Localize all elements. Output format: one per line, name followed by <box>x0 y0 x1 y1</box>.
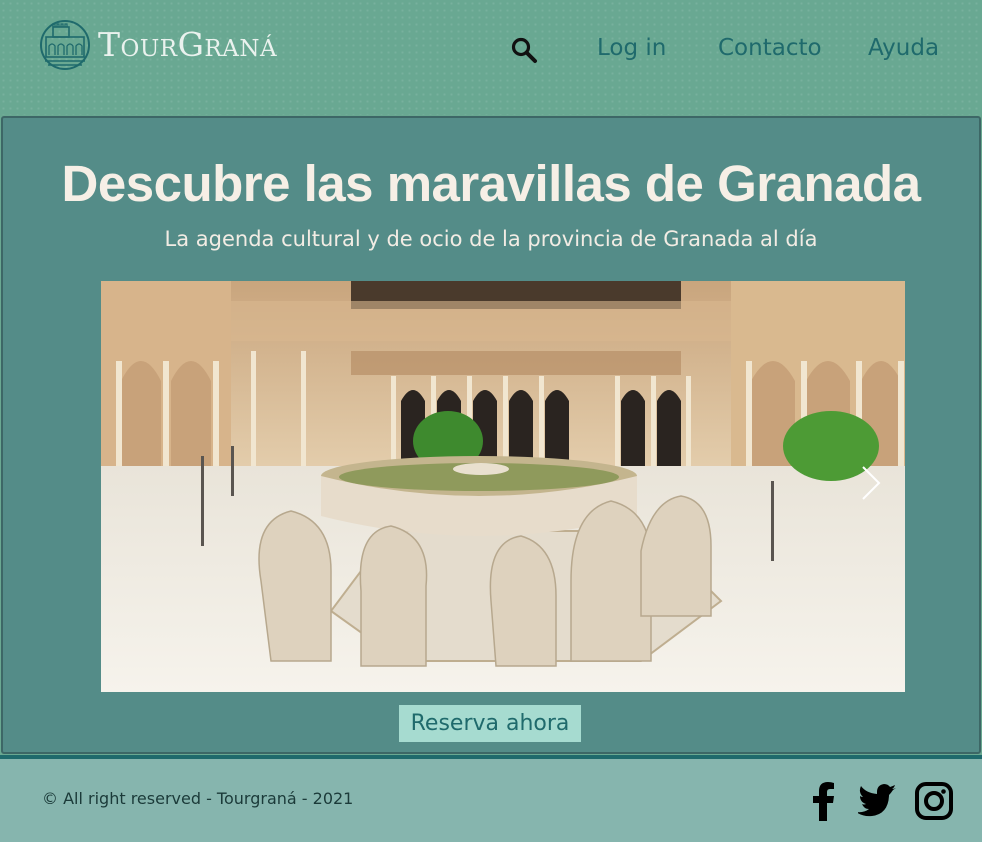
hero-title: Descubre las maravillas de Granada <box>61 155 921 212</box>
hero-subtitle: La agenda cultural y de ocio de la provi… <box>164 227 818 251</box>
facebook-icon[interactable] <box>804 779 844 823</box>
brand-name: TourGraná <box>98 25 278 64</box>
nav-login-link[interactable]: Log in <box>597 30 666 66</box>
alhambra-logo-icon <box>40 20 90 70</box>
brand-logo[interactable]: TourGraná <box>40 18 277 72</box>
chevron-right-icon[interactable] <box>859 463 883 503</box>
site-footer: © All right reserved - Tourgraná - 2021 <box>0 755 982 842</box>
nav-contacto-link[interactable]: Contacto <box>718 30 822 66</box>
instagram-icon[interactable] <box>914 779 954 823</box>
nav-ayuda-link[interactable]: Ayuda <box>868 30 939 66</box>
twitter-icon[interactable] <box>858 779 898 823</box>
reserva-ahora-button[interactable]: Reserva ahora <box>399 705 581 742</box>
hero-section: Descubre las maravillas de Granada La ag… <box>1 116 981 754</box>
hero-slideshow[interactable] <box>101 281 905 692</box>
copyright-text: © All right reserved - Tourgraná - 2021 <box>42 789 354 808</box>
site-header: TourGraná Log in Contacto Ayuda <box>0 0 982 115</box>
search-icon[interactable] <box>510 36 538 64</box>
alhambra-courtyard-image <box>101 281 905 692</box>
